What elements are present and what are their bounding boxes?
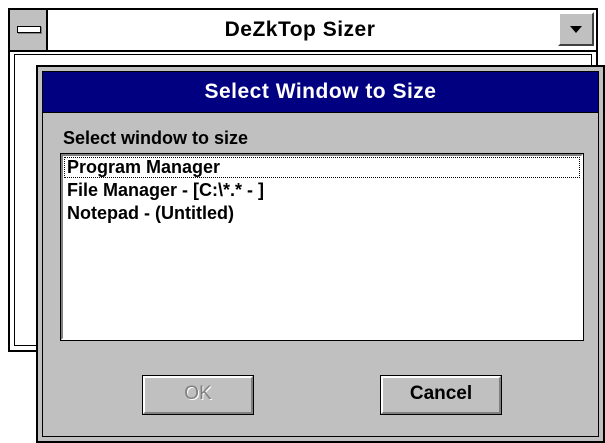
dialog-frame: Select Window to Size Select window to s… [42,71,599,437]
system-menu-icon[interactable] [10,10,48,50]
ok-button-label: OK [184,383,212,404]
dialog-titlebar[interactable]: Select Window to Size [43,72,598,113]
list-item-notepad[interactable]: Notepad - (Untitled) [63,202,581,225]
minimize-button[interactable] [558,12,594,46]
back-window-title: DeZkTop Sizer [224,18,376,41]
dialog-title: Select Window to Size [204,80,437,103]
minimize-arrow-icon [570,26,582,33]
window-listbox[interactable]: Program Manager File Manager - [C:\*.* -… [60,153,584,341]
desktop: DeZkTop Sizer Select Window to Size Sele… [0,0,605,443]
list-item-program-manager[interactable]: Program Manager [63,156,581,179]
back-window-titlebar[interactable]: DeZkTop Sizer [10,10,596,52]
cancel-button-label: Cancel [409,383,473,404]
select-window-label: Select window to size [63,128,249,148]
cancel-button[interactable]: Cancel [380,375,502,415]
system-menu-bar-icon [17,26,41,33]
select-window-dialog: Select Window to Size Select window to s… [36,65,605,443]
ok-button[interactable]: OK [142,375,254,415]
list-item-file-manager[interactable]: File Manager - [C:\*.* - ] [63,179,581,202]
